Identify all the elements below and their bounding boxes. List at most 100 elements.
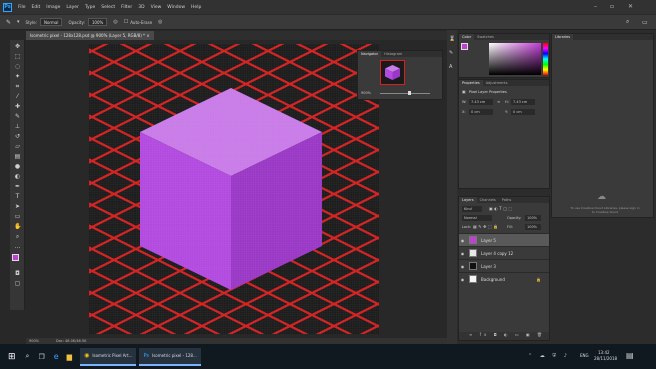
- navigator-zoom[interactable]: 900%: [361, 91, 371, 95]
- close-icon[interactable]: ✕: [628, 3, 633, 10]
- character-panel-icon[interactable]: A: [449, 64, 452, 70]
- hand-tool-icon[interactable]: ✋: [14, 223, 21, 230]
- layer-actions-bar[interactable]: ∞ fx ◘ ◐ ▭ ▣ 🗑: [459, 332, 549, 340]
- screen-mode-icon[interactable]: ▢: [14, 280, 21, 287]
- navigator-zoom-slider[interactable]: [380, 93, 430, 94]
- canvas-area[interactable]: Navigator Histogram 900%: [26, 40, 447, 338]
- pen-tool-icon[interactable]: ✒: [14, 183, 21, 190]
- menu-3d[interactable]: 3D: [138, 5, 144, 10]
- dodge-tool-icon[interactable]: ◐: [14, 173, 21, 180]
- menu-window[interactable]: Window: [167, 5, 185, 10]
- pencil-tool-icon[interactable]: ✎: [14, 113, 21, 120]
- gradient-tool-icon[interactable]: ▤: [14, 153, 21, 160]
- menu-select[interactable]: Select: [101, 5, 115, 10]
- move-tool-icon[interactable]: ✥: [14, 43, 21, 50]
- healing-tool-icon[interactable]: ✚: [14, 103, 21, 110]
- tab-adjustments[interactable]: Adjustments: [483, 80, 511, 86]
- tab-swatches[interactable]: Swatches: [474, 34, 497, 40]
- pressure-opacity-icon[interactable]: ◎: [113, 19, 117, 25]
- menu-filter[interactable]: Filter: [121, 5, 132, 10]
- pressure-size-icon[interactable]: ◎: [158, 19, 162, 25]
- tab-layers[interactable]: Layers: [459, 197, 477, 203]
- taskbar-app-photoshop[interactable]: Ps Isometric pixel - 128...: [139, 347, 201, 366]
- link-icon[interactable]: ∞: [497, 99, 500, 104]
- keyboard-language[interactable]: ENG: [580, 353, 589, 358]
- layer-filter-icons[interactable]: ▣◐T▢⬚: [489, 206, 514, 211]
- color-foreground-swatch[interactable]: [461, 43, 468, 50]
- tab-libraries[interactable]: Libraries: [552, 34, 574, 40]
- menu-type[interactable]: Type: [85, 5, 95, 10]
- eraser-tool-icon[interactable]: ▱: [14, 143, 21, 150]
- task-view-icon[interactable]: ❐: [38, 353, 44, 361]
- tab-channels[interactable]: Channels: [477, 197, 499, 203]
- search-icon[interactable]: ⌕: [26, 352, 30, 361]
- hue-slider[interactable]: [543, 43, 548, 75]
- quick-select-tool-icon[interactable]: ✦: [14, 73, 21, 80]
- history-panel-icon[interactable]: ⌛: [449, 36, 455, 42]
- layer-filter-kind[interactable]: Kind: [462, 206, 482, 212]
- workspace-icon[interactable]: ▭: [642, 19, 648, 26]
- fill-field[interactable]: 100%: [525, 224, 541, 230]
- layer-row[interactable]: ◉ Layer 4 copy 12: [459, 246, 549, 259]
- navigator-slider-handle[interactable]: [408, 91, 411, 95]
- brush-panel-icon[interactable]: ✎: [449, 50, 453, 56]
- tab-histogram[interactable]: Histogram: [381, 51, 405, 57]
- height-field[interactable]: 7.43 cm: [511, 99, 535, 105]
- crop-tool-icon[interactable]: ⌗: [14, 83, 21, 90]
- width-field[interactable]: 7.43 cm: [469, 99, 493, 105]
- marquee-tool-icon[interactable]: ⬚: [14, 53, 21, 60]
- foreground-color-swatch[interactable]: [12, 254, 19, 261]
- menu-image[interactable]: Image: [46, 5, 60, 10]
- style-select[interactable]: Normal: [39, 18, 63, 26]
- opacity-field[interactable]: 100%: [87, 18, 108, 26]
- history-brush-icon[interactable]: ↺: [14, 133, 21, 140]
- minimize-icon[interactable]: –: [594, 3, 597, 10]
- type-tool-icon[interactable]: T: [14, 193, 21, 200]
- lock-icons[interactable]: ▦✎✥⬚🔒: [473, 224, 500, 229]
- taskbar-time[interactable]: 13:42: [598, 350, 610, 355]
- color-picker-field[interactable]: [489, 43, 541, 75]
- tab-properties[interactable]: Properties: [459, 80, 483, 86]
- menu-layer[interactable]: Layer: [66, 5, 79, 10]
- menu-view[interactable]: View: [151, 5, 162, 10]
- layer-opacity-field[interactable]: 100%: [525, 215, 541, 221]
- zoom-tool-icon[interactable]: ⌕: [14, 233, 21, 240]
- menu-file[interactable]: File: [18, 5, 26, 10]
- quick-mask-icon[interactable]: ◘: [14, 270, 21, 277]
- tab-color[interactable]: Color: [459, 34, 475, 40]
- pencil-tool-icon[interactable]: ✎: [6, 19, 11, 26]
- navigator-preview[interactable]: [380, 60, 405, 85]
- file-explorer-icon[interactable]: ▆: [67, 353, 72, 361]
- maximize-icon[interactable]: ▫: [610, 3, 614, 10]
- blend-mode-select[interactable]: Normal: [462, 215, 492, 221]
- tab-paths[interactable]: Paths: [499, 197, 515, 203]
- more-tools-icon[interactable]: …: [14, 243, 21, 250]
- search-icon[interactable]: ⌕: [626, 18, 629, 26]
- y-field[interactable]: 0 cm: [511, 109, 535, 115]
- layer-row[interactable]: ◉ Background 🔒: [459, 272, 549, 285]
- shape-tool-icon[interactable]: ▭: [14, 213, 21, 220]
- visibility-eye-icon[interactable]: ◉: [459, 238, 466, 243]
- visibility-eye-icon[interactable]: ◉: [459, 277, 466, 282]
- menu-edit[interactable]: Edit: [32, 5, 41, 10]
- brush-preset-icon[interactable]: ▾: [17, 19, 20, 25]
- visibility-eye-icon[interactable]: ◉: [459, 264, 466, 269]
- notifications-icon[interactable]: ▤: [626, 351, 634, 360]
- x-field[interactable]: 0 cm: [469, 109, 493, 115]
- edge-browser-icon[interactable]: e: [54, 352, 59, 361]
- lasso-tool-icon[interactable]: ◌: [14, 63, 21, 70]
- layer-row[interactable]: ◉ Layer 5: [459, 233, 549, 246]
- menu-help[interactable]: Help: [191, 5, 201, 10]
- taskbar-date[interactable]: 28/11/2018: [594, 356, 617, 361]
- tab-navigator[interactable]: Navigator: [358, 51, 382, 57]
- layer-row[interactable]: ◉ Layer 3: [459, 259, 549, 272]
- lock-icon[interactable]: 🔒: [536, 277, 541, 282]
- taskbar-app-chrome[interactable]: ◉ Isometric Pixel Art...: [80, 347, 137, 366]
- blur-tool-icon[interactable]: ●: [14, 163, 21, 170]
- eyedropper-tool-icon[interactable]: ⁄: [14, 93, 21, 100]
- visibility-eye-icon[interactable]: ◉: [459, 251, 466, 256]
- status-zoom[interactable]: 900%: [29, 339, 39, 343]
- system-tray-icons[interactable]: ⌃ ☁ ⛨ ♪: [528, 353, 570, 359]
- autoerase-checkbox[interactable]: ☐: [124, 19, 128, 25]
- stamp-tool-icon[interactable]: ⊥: [14, 123, 21, 130]
